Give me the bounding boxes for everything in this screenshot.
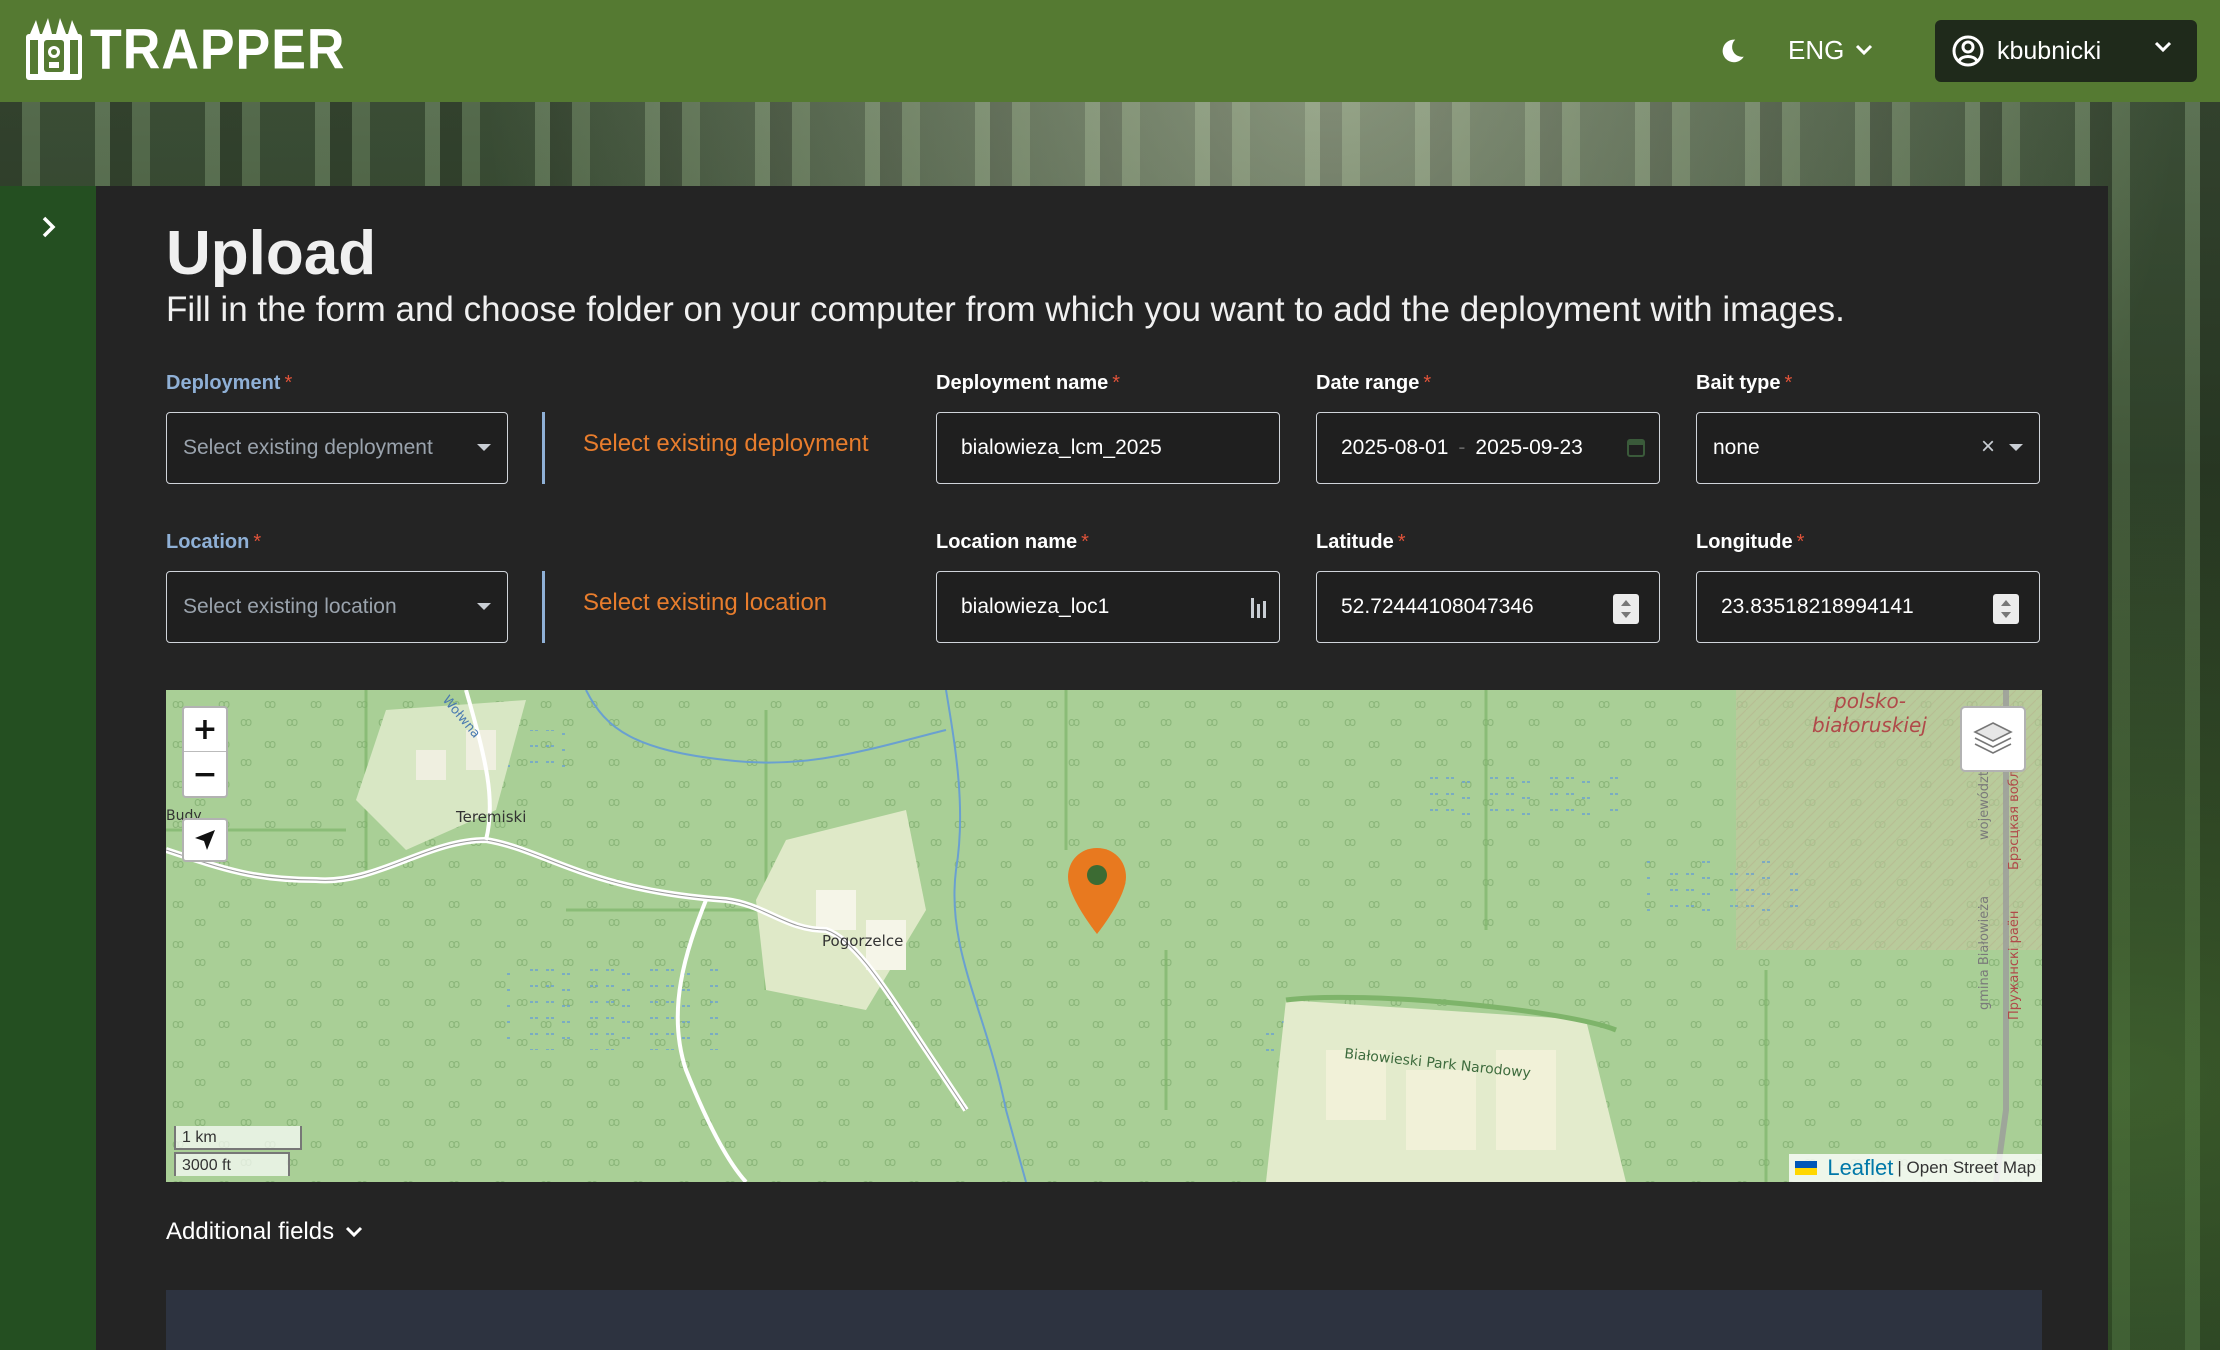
autofill-icon[interactable]	[1249, 596, 1269, 620]
divider	[542, 412, 545, 484]
calendar-icon[interactable]	[1627, 437, 1645, 457]
map-label-border-2: białoruskiej	[1812, 713, 1927, 737]
sidebar	[0, 186, 96, 1350]
longitude-input[interactable]: 23.83518218994141	[1696, 571, 2040, 643]
longitude-label: Longitude *	[1696, 531, 1805, 553]
location-placeholder: Select existing location	[183, 595, 397, 618]
zoom-out-button[interactable]: −	[184, 752, 226, 796]
caret-down-icon	[2009, 444, 2023, 451]
date-start[interactable]: 2025-08-01	[1341, 436, 1448, 460]
moon-icon[interactable]	[1714, 34, 1748, 68]
location-label: Location *	[166, 531, 262, 553]
scale-ft: 3000 ft	[174, 1152, 290, 1176]
clear-icon[interactable]: ×	[1981, 433, 1995, 461]
camera-trap-icon	[26, 18, 82, 80]
deployment-name-input[interactable]: bialowieza_lcm_2025	[936, 412, 1280, 484]
select-existing-deployment-link[interactable]: Select existing deployment	[583, 430, 869, 458]
map-label-pruzhany: Пружанскі раён	[2007, 911, 2022, 1020]
location-name-label: Location name *	[936, 531, 1089, 553]
additional-fields-toggle[interactable]: Additional fields	[166, 1218, 364, 1246]
select-existing-location-link[interactable]: Select existing location	[583, 589, 827, 617]
zoom-control: + −	[182, 706, 228, 798]
layers-icon	[1973, 722, 2013, 754]
longitude-spinner[interactable]	[1993, 594, 2019, 624]
deployment-select[interactable]: Select existing deployment	[166, 412, 508, 484]
caret-down-icon	[477, 444, 491, 451]
zoom-in-button[interactable]: +	[184, 708, 226, 752]
date-range-input[interactable]: 2025-08-01 - 2025-09-23	[1316, 412, 1660, 484]
deployment-name-value: bialowieza_lcm_2025	[961, 436, 1162, 459]
user-menu-button[interactable]: kbubnicki	[1935, 20, 2197, 82]
username: kbubnicki	[1997, 36, 2102, 65]
latitude-input[interactable]: 52.72444108047346	[1316, 571, 1660, 643]
latitude-value: 52.72444108047346	[1341, 595, 1534, 618]
additional-fields-label: Additional fields	[166, 1218, 335, 1245]
location-map[interactable]: ꝏ ꝏ	[166, 690, 2042, 1182]
chevron-down-icon	[346, 1226, 363, 1238]
date-end[interactable]: 2025-09-23	[1475, 436, 1582, 460]
map-tiles[interactable]: ꝏ ꝏ	[166, 690, 2042, 1182]
caret-down-icon	[477, 603, 491, 610]
map-label-pogorzelce: Pogorzelce	[822, 932, 903, 950]
chevron-down-icon	[1856, 44, 1873, 56]
deployment-placeholder: Select existing deployment	[183, 436, 433, 459]
latitude-spinner[interactable]	[1613, 594, 1639, 624]
top-navbar: TRAPPER ENG kbubnicki	[0, 0, 2220, 102]
layers-button[interactable]	[1960, 706, 2026, 772]
ukraine-flag-icon	[1795, 1161, 1818, 1175]
location-name-input[interactable]: bialowieza_loc1	[936, 571, 1280, 643]
scale-km: 1 km	[174, 1126, 302, 1150]
bait-type-select[interactable]: none ×	[1696, 412, 2040, 484]
deployment-name-label: Deployment name *	[936, 372, 1121, 394]
location-select[interactable]: Select existing location	[166, 571, 508, 643]
navigation-arrow-icon	[195, 830, 215, 850]
upload-dropzone[interactable]	[166, 1290, 2042, 1350]
map-scale: 1 km 3000 ft	[174, 1126, 302, 1176]
map-label-gmina: gmina Białowieża	[1977, 896, 1992, 1010]
deployment-label: Deployment *	[166, 372, 293, 394]
language-select[interactable]: ENG	[1788, 28, 1874, 72]
date-range-label: Date range *	[1316, 372, 1432, 394]
map-attribution: Leaflet | Open Street Map	[1789, 1154, 2042, 1182]
page-subtitle: Fill in the form and choose folder on yo…	[166, 290, 1845, 329]
locate-button[interactable]	[182, 818, 228, 862]
page-title: Upload	[166, 219, 377, 288]
map-label-border-1: polsko-	[1833, 690, 1906, 713]
bait-type-value: none	[1713, 436, 1760, 459]
divider	[542, 571, 545, 643]
marker-pin	[1068, 848, 1126, 934]
user-circle-icon	[1952, 35, 1984, 67]
upload-panel: Upload Fill in the form and choose folde…	[96, 186, 2108, 1350]
longitude-value: 23.83518218994141	[1721, 595, 1914, 618]
trapper-logo[interactable]: TRAPPER	[22, 18, 345, 82]
language-label: ENG	[1788, 34, 1845, 65]
leaflet-link[interactable]: Leaflet	[1827, 1155, 1893, 1181]
date-separator: -	[1458, 436, 1466, 459]
latitude-label: Latitude *	[1316, 531, 1406, 553]
chevron-right-icon[interactable]	[36, 214, 62, 240]
location-marker-icon[interactable]	[1066, 846, 1128, 936]
attribution-text: | Open Street Map	[1897, 1158, 2036, 1177]
chevron-down-icon	[2154, 41, 2172, 53]
location-name-value: bialowieza_loc1	[961, 595, 1110, 618]
map-label-teremiski: Teremiski	[455, 808, 526, 826]
bait-type-label: Bait type *	[1696, 372, 1793, 394]
brand-name: TRAPPER	[90, 18, 346, 82]
